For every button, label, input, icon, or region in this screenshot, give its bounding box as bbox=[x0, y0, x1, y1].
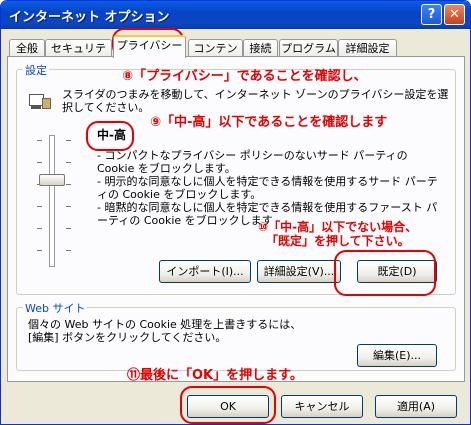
tab-general[interactable]: 全般 bbox=[9, 39, 45, 57]
tab-connections[interactable]: 接続 bbox=[243, 39, 278, 57]
tab-security[interactable]: セキュリティ bbox=[45, 39, 112, 72]
tab-programs[interactable]: プログラム bbox=[279, 39, 338, 57]
title-bar[interactable]: インターネット オプション ? ✕ bbox=[1, 1, 470, 29]
slider-tick bbox=[66, 228, 71, 229]
advanced-settings-button[interactable]: 詳細設定(V)... bbox=[257, 260, 341, 283]
privacy-bullet: - コンパクトなプライバシー ポリシーのないサード パーティの Cookie を… bbox=[97, 149, 408, 175]
slider-tick bbox=[66, 162, 71, 163]
settings-label: 設定 bbox=[23, 62, 49, 78]
slider-tick bbox=[66, 206, 71, 207]
edit-button[interactable]: 編集(E)... bbox=[357, 344, 437, 367]
slider-tick bbox=[37, 228, 42, 229]
tab-strip: 全般 セキュリティ プライバシー コンテンツ 接続 プログラム 詳細設定 bbox=[7, 35, 467, 72]
slider-tick bbox=[37, 162, 42, 163]
annotation-ring-ok-button bbox=[180, 386, 276, 424]
slider-tick bbox=[37, 250, 42, 251]
website-label: Web サイト bbox=[23, 300, 88, 316]
privacy-slider-thumb[interactable] bbox=[39, 174, 65, 186]
privacy-slider-track[interactable] bbox=[49, 135, 55, 267]
privacy-description: - コンパクトなプライバシー ポリシーのないサード パーティの Cookie を… bbox=[97, 149, 447, 227]
slider-tick bbox=[66, 140, 71, 141]
annotation-step-9: ⑨「中-高」以下であることを確認します bbox=[150, 115, 388, 130]
import-button[interactable]: インポート(I)... bbox=[159, 260, 251, 283]
website-description-line1: 個々の Web サイトの Cookie 処理を上書きするには、 bbox=[28, 318, 302, 331]
window-title: インターネット オプション bbox=[9, 10, 170, 25]
privacy-computer-icon bbox=[28, 90, 51, 112]
website-group: Web サイト 個々の Web サイトの Cookie 処理を上書きするには、 … bbox=[16, 300, 456, 371]
slider-tick bbox=[37, 206, 42, 207]
tab-advanced[interactable]: 詳細設定 bbox=[338, 39, 397, 57]
slider-tick bbox=[66, 184, 71, 185]
slider-tick bbox=[37, 140, 42, 141]
slider-tick bbox=[66, 250, 71, 251]
annotation-ring-level bbox=[86, 121, 134, 151]
cancel-button[interactable]: キャンセル bbox=[281, 395, 363, 418]
tab-privacy[interactable]: プライバシー bbox=[113, 35, 186, 58]
close-button[interactable]: ✕ bbox=[444, 4, 465, 25]
tab-content[interactable]: コンテンツ bbox=[188, 39, 243, 72]
annotation-step-11: ⑪最後に「OK」を押します。 bbox=[127, 368, 303, 383]
website-description-line2: [編集] ボタンをクリックしてください。 bbox=[28, 331, 227, 344]
annotation-ring-default-button bbox=[334, 250, 436, 296]
internet-options-window: インターネット オプション ? ✕ 全般 セキュリティ プライバシー コンテンツ… bbox=[0, 0, 471, 425]
privacy-bullet: - 明示的な同意なしに個人を特定できる情報を使用するサード パーティの Cook… bbox=[97, 175, 438, 201]
apply-button[interactable]: 適用(A) bbox=[375, 395, 457, 418]
annotation-step-10-line2: 「既定」を押して下さい。 bbox=[266, 234, 410, 248]
annotation-step-8: ⑧「プライバシー」であることを確認し、 bbox=[122, 69, 367, 84]
help-button[interactable]: ? bbox=[421, 4, 442, 25]
